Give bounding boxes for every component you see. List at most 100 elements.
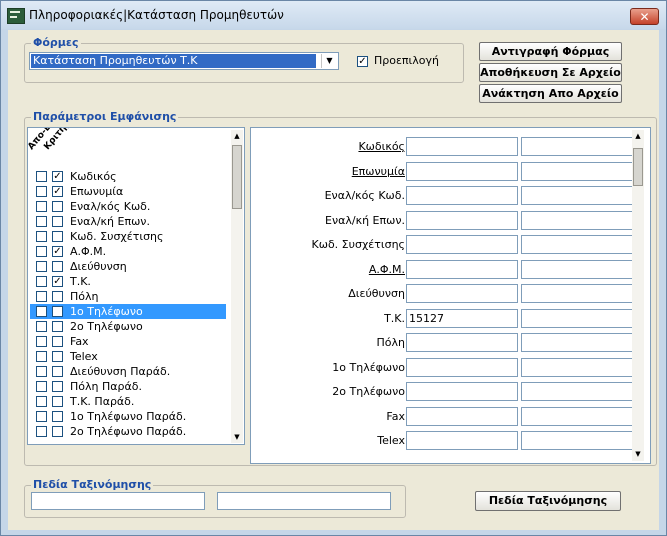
range-checkbox[interactable] (36, 186, 47, 197)
criteria-from-input[interactable] (406, 406, 518, 426)
list-item[interactable]: 1ο Τηλέφωνο (30, 304, 226, 319)
list-item[interactable]: ✓ Κωδικός (30, 169, 226, 184)
range-checkbox[interactable] (36, 381, 47, 392)
criteria-checkbox[interactable] (52, 306, 63, 317)
list-item[interactable]: Διεύθυνση (30, 259, 226, 274)
criteria-checkbox[interactable] (52, 261, 63, 272)
params-scrollbar[interactable]: ▲ ▼ (231, 130, 243, 443)
list-item[interactable]: 1ο Τηλέφωνο Παράδ. (30, 409, 226, 424)
range-checkbox[interactable] (36, 246, 47, 257)
criteria-checkbox[interactable] (52, 411, 63, 422)
range-checkbox[interactable] (36, 276, 47, 287)
list-item[interactable]: Τ.Κ. Παράδ. (30, 394, 226, 409)
default-checkbox[interactable]: ✓ (357, 56, 368, 67)
criteria-checkbox[interactable] (52, 351, 63, 362)
criteria-from-input[interactable] (406, 284, 518, 303)
criteria-from-input[interactable] (406, 333, 518, 352)
sort-field-2[interactable] (217, 492, 391, 510)
criteria-scrollbar[interactable]: ▲ ▼ (632, 130, 644, 461)
criteria-to-input[interactable] (521, 161, 633, 181)
criteria-from-input[interactable] (406, 357, 518, 377)
chevron-down-icon[interactable]: ▼ (321, 54, 337, 68)
range-checkbox[interactable] (36, 366, 47, 377)
criteria-from-input[interactable] (406, 382, 518, 401)
scroll-up-icon[interactable]: ▲ (632, 130, 644, 142)
forms-combo[interactable]: Κατάσταση Προμηθευτών Τ.Κ ▼ (29, 52, 339, 70)
criteria-to-input[interactable] (521, 235, 633, 254)
criteria-to-input[interactable] (521, 333, 633, 352)
criteria-from-input[interactable] (406, 161, 518, 181)
range-checkbox[interactable] (36, 216, 47, 227)
range-checkbox[interactable] (36, 396, 47, 407)
list-item[interactable]: 2ο Τηλέφωνο (30, 319, 226, 334)
scroll-down-icon[interactable]: ▼ (231, 431, 243, 443)
criteria-to-input[interactable] (521, 357, 633, 377)
range-checkbox[interactable] (36, 231, 47, 242)
criteria-to-input[interactable] (521, 137, 633, 156)
scroll-thumb[interactable] (232, 145, 242, 209)
scroll-down-icon[interactable]: ▼ (632, 448, 644, 460)
list-item[interactable]: ✓ Επωνυμία (30, 184, 226, 199)
criteria-checkbox[interactable] (52, 231, 63, 242)
list-item[interactable]: ✓ Τ.Κ. (30, 274, 226, 289)
scroll-up-icon[interactable]: ▲ (231, 130, 243, 142)
criteria-from-input[interactable] (406, 259, 518, 279)
criteria-from-input[interactable] (406, 235, 518, 254)
criteria-checkbox[interactable] (52, 216, 63, 227)
list-item[interactable]: Πόλη (30, 289, 226, 304)
criteria-checkbox[interactable] (52, 366, 63, 377)
range-checkbox[interactable] (36, 291, 47, 302)
criteria-checkbox[interactable] (52, 291, 63, 302)
range-checkbox[interactable] (36, 351, 47, 362)
sort-fields-button[interactable]: Πεδία Ταξινόμησης (475, 491, 621, 511)
range-checkbox[interactable] (36, 321, 47, 332)
list-item[interactable]: Εναλ/κή Επων. (30, 214, 226, 229)
close-button[interactable]: ✕ (630, 8, 659, 25)
range-checkbox[interactable] (36, 426, 47, 437)
load-from-file-button[interactable]: Ανάκτηση Απο Αρχείο (479, 84, 622, 103)
criteria-checkbox[interactable]: ✓ (52, 186, 63, 197)
list-item[interactable]: ✓ Α.Φ.Μ. (30, 244, 226, 259)
range-checkbox[interactable] (36, 171, 47, 182)
params-list-panel[interactable]: Απο-Εως Κριτήρια ✓ Κωδικός ✓ Επωνυμία Εναλ/κ… (27, 127, 245, 445)
criteria-to-input[interactable] (521, 186, 633, 205)
range-checkbox[interactable] (36, 261, 47, 272)
scroll-thumb[interactable] (633, 148, 643, 186)
list-item[interactable]: Διεύθυνση Παράδ. (30, 364, 226, 379)
criteria-to-input[interactable] (521, 259, 633, 279)
criteria-to-input[interactable] (521, 431, 633, 450)
criteria-checkbox[interactable] (52, 426, 63, 437)
criteria-checkbox[interactable] (52, 321, 63, 332)
criteria-from-input[interactable] (406, 431, 518, 450)
criteria-checkbox[interactable] (52, 201, 63, 212)
range-checkbox[interactable] (36, 336, 47, 347)
criteria-from-input[interactable] (406, 210, 518, 230)
criteria-to-input[interactable] (521, 284, 633, 303)
list-item[interactable]: Πόλη Παράδ. (30, 379, 226, 394)
criteria-to-input[interactable] (521, 308, 633, 328)
list-item[interactable]: Εναλ/κός Κωδ. (30, 199, 226, 214)
save-to-file-button[interactable]: Αποθήκευση Σε Αρχείο (479, 63, 622, 82)
criteria-from-input[interactable] (406, 186, 518, 205)
copy-form-button[interactable]: Αντιγραφή Φόρμας (479, 42, 622, 61)
criteria-checkbox[interactable] (52, 381, 63, 392)
criteria-checkbox[interactable] (52, 396, 63, 407)
criteria-to-input[interactable] (521, 406, 633, 426)
list-item[interactable]: Κωδ. Συσχέτισης (30, 229, 226, 244)
criteria-checkbox[interactable]: ✓ (52, 171, 63, 182)
title-bar[interactable]: Πληροφοριακές|Κατάσταση Προμηθευτών ✕ (1, 1, 666, 29)
criteria-checkbox[interactable]: ✓ (52, 276, 63, 287)
criteria-checkbox[interactable]: ✓ (52, 246, 63, 257)
criteria-checkbox[interactable] (52, 336, 63, 347)
criteria-from-input[interactable] (406, 137, 518, 156)
criteria-to-input[interactable] (521, 210, 633, 230)
range-checkbox[interactable] (36, 411, 47, 422)
sort-field-1[interactable] (31, 492, 205, 510)
criteria-from-input[interactable]: 15127 (406, 308, 518, 328)
list-item[interactable]: 2ο Τηλέφωνο Παράδ. (30, 424, 226, 439)
list-item[interactable]: Telex (30, 349, 226, 364)
range-checkbox[interactable] (36, 306, 47, 317)
criteria-to-input[interactable] (521, 382, 633, 401)
list-item[interactable]: Fax (30, 334, 226, 349)
range-checkbox[interactable] (36, 201, 47, 212)
